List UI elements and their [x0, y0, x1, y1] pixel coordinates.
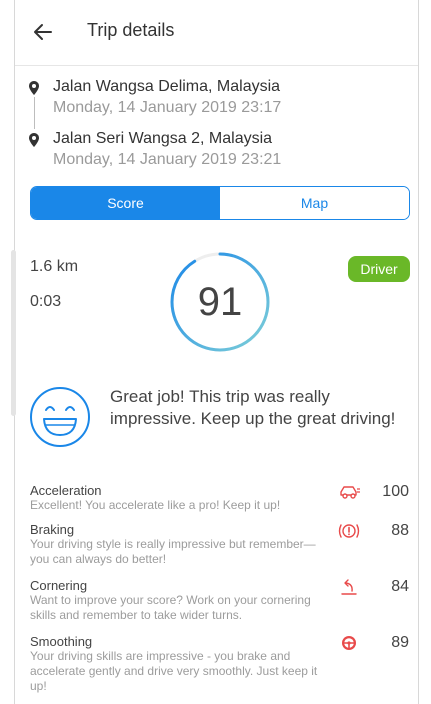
metric-description: Excellent! You accelerate like a pro! Ke…	[30, 498, 281, 512]
end-location-datetime: Monday, 14 January 2019 23:21	[53, 151, 282, 168]
metric-score: 88	[391, 522, 409, 539]
tab-score[interactable]: Score	[31, 187, 220, 219]
arrow-left-icon[interactable]	[33, 21, 53, 43]
route-connector-line	[34, 97, 35, 129]
steering-wheel-icon	[342, 636, 356, 650]
metric-title: Cornering	[30, 578, 88, 593]
trip-distance: 1.6 km	[30, 258, 79, 275]
start-location-datetime: Monday, 14 January 2019 23:17	[53, 99, 282, 116]
end-location-name: Jalan Seri Wangsa 2, Malaysia	[53, 130, 273, 147]
metric-title: Acceleration	[30, 483, 102, 498]
trip-duration: 0:03	[30, 293, 62, 310]
smiley-face-icon	[30, 387, 90, 447]
location-pin-icon	[29, 81, 39, 95]
metric-score: 84	[391, 578, 409, 595]
metric-score: 89	[391, 634, 409, 651]
metric-description: Your driving skills are impressive - you…	[30, 649, 318, 693]
metric-score: 100	[382, 483, 409, 500]
start-location-name: Jalan Wangsa Delima, Malaysia	[53, 78, 281, 95]
metric-title: Braking	[30, 522, 75, 537]
tab-map[interactable]: Map	[220, 187, 409, 219]
car-acceleration-icon	[340, 486, 360, 499]
location-pin-icon	[29, 133, 39, 147]
turn-arrow-icon	[341, 579, 357, 595]
app-header: Trip details	[15, 0, 418, 66]
score-map-toggle: Score Map	[30, 186, 410, 220]
side-edge-handle	[11, 250, 16, 416]
trip-score: 91	[197, 279, 243, 324]
metric-description: Want to improve your score? Work on your…	[30, 593, 311, 622]
brake-warning-icon	[338, 524, 360, 538]
role-badge: Driver	[348, 256, 410, 282]
metric-title: Smoothing	[30, 634, 93, 649]
metric-description: Your driving style is really impressive …	[30, 537, 316, 566]
trip-feedback-message: Great job! This trip was really impressi…	[110, 387, 396, 428]
page-title: Trip details	[87, 20, 175, 40]
